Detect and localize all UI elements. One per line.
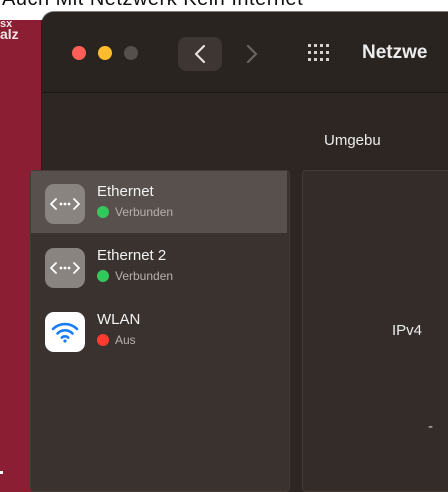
desktop-dot bbox=[0, 471, 3, 474]
chevron-left-icon bbox=[194, 44, 206, 64]
service-item-wlan[interactable]: WLAN Aus bbox=[31, 299, 287, 361]
ethernet-icon bbox=[45, 248, 85, 288]
service-name: Ethernet bbox=[97, 183, 154, 200]
service-name: Ethernet 2 bbox=[97, 247, 167, 264]
status-indicator bbox=[97, 334, 109, 346]
service-status: Verbunden bbox=[115, 205, 174, 219]
wifi-icon bbox=[45, 312, 85, 352]
grid-icon[interactable] bbox=[308, 44, 330, 62]
back-button[interactable] bbox=[178, 37, 222, 71]
minimize-button[interactable] bbox=[98, 46, 112, 60]
background-heading-text: Auch Mit Netzwerk Kein Internet bbox=[2, 0, 303, 10]
status-indicator bbox=[97, 270, 109, 282]
window-title: Netzwe bbox=[362, 42, 428, 63]
status-indicator bbox=[97, 206, 109, 218]
zoom-button[interactable] bbox=[124, 46, 138, 60]
detail-panel bbox=[302, 170, 448, 492]
service-item-ethernet[interactable]: Ethernet Verbunden bbox=[31, 171, 287, 233]
ethernet-icon bbox=[45, 184, 85, 224]
service-item-ethernet-2[interactable]: Ethernet 2 Verbunden bbox=[31, 235, 287, 297]
location-label: Umgebu bbox=[324, 132, 381, 149]
service-list: Ethernet Verbunden Ethernet 2 Verbunden … bbox=[30, 170, 290, 492]
title-bar: Netzwe bbox=[42, 12, 448, 93]
detail-dash: - bbox=[428, 418, 433, 435]
service-status: Aus bbox=[115, 333, 136, 347]
service-name: WLAN bbox=[97, 311, 141, 328]
desktop-label-line2: alz bbox=[0, 26, 19, 42]
service-status: Verbunden bbox=[115, 269, 174, 283]
chevron-right-icon bbox=[246, 44, 258, 64]
forward-button[interactable] bbox=[230, 37, 274, 71]
ipv4-label: IPv4 bbox=[392, 322, 423, 339]
close-button[interactable] bbox=[72, 46, 86, 60]
